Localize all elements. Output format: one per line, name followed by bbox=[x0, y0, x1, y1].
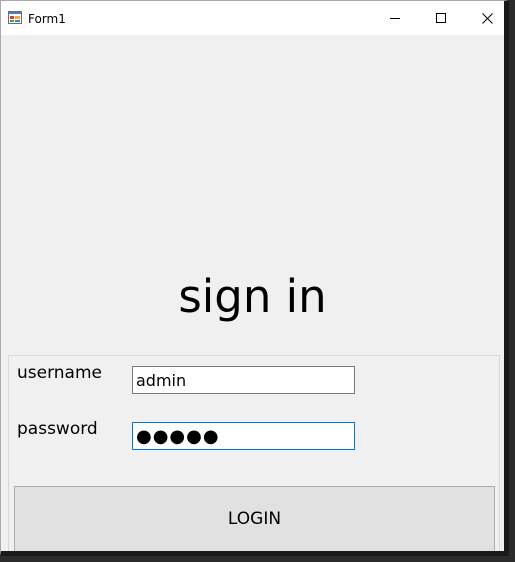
form-app-icon bbox=[8, 11, 22, 24]
username-input[interactable] bbox=[132, 366, 355, 394]
form1-window: Form1 sign in username password LOGIN bbox=[0, 0, 509, 556]
window-title: Form1 bbox=[28, 12, 66, 26]
username-label: username bbox=[17, 363, 102, 383]
close-button[interactable] bbox=[464, 1, 504, 35]
minimize-icon bbox=[390, 18, 400, 19]
maximize-icon bbox=[436, 13, 446, 23]
password-input[interactable] bbox=[132, 422, 355, 450]
password-label: password bbox=[17, 419, 98, 439]
minimize-button[interactable] bbox=[372, 1, 418, 35]
maximize-button[interactable] bbox=[418, 1, 464, 35]
close-icon bbox=[481, 12, 493, 24]
title-bar[interactable]: Form1 bbox=[1, 1, 504, 35]
sign-in-heading: sign in bbox=[178, 270, 327, 323]
login-button[interactable]: LOGIN bbox=[14, 486, 495, 551]
background-strip bbox=[0, 556, 515, 562]
